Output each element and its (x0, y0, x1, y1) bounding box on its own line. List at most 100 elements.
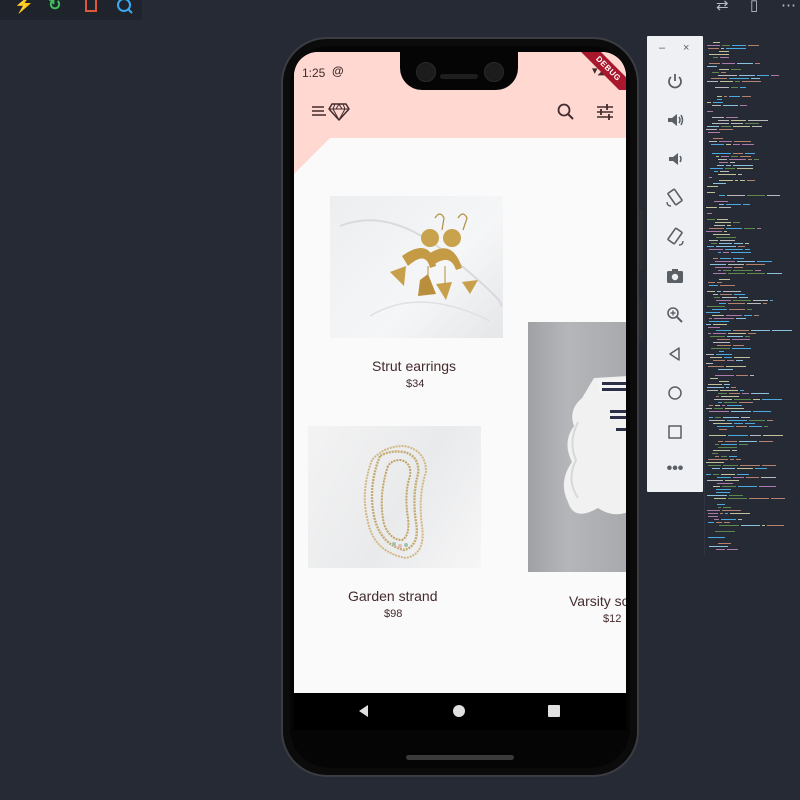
minimap-line (724, 231, 727, 232)
minimap-line (757, 261, 772, 262)
power-icon[interactable] (647, 66, 703, 96)
minimap-line (714, 399, 732, 400)
volume-up-icon[interactable] (647, 105, 703, 135)
stop-icon[interactable] (84, 0, 98, 16)
minimap-line (731, 252, 751, 253)
minimap-line (736, 360, 743, 361)
recents-icon[interactable] (547, 703, 561, 724)
minimap-line (722, 405, 725, 406)
minimize-button[interactable]: – (659, 42, 665, 54)
code-minimap[interactable] (704, 40, 800, 555)
restart-icon[interactable]: ↻ (48, 0, 61, 14)
minimap-line (720, 285, 735, 286)
minimap-line (745, 336, 750, 337)
product-price: $12 (603, 613, 622, 625)
minimap-line (722, 510, 741, 511)
minimap-line (726, 144, 731, 145)
search-icon[interactable] (556, 102, 576, 127)
minimap-line (709, 546, 728, 547)
minimap-line (713, 450, 730, 451)
minimap-line (719, 243, 732, 244)
home-icon[interactable] (647, 378, 703, 408)
minimap-line (730, 513, 750, 514)
tune-icon[interactable] (595, 102, 615, 127)
back-icon[interactable] (647, 339, 703, 369)
minimap-line (713, 360, 725, 361)
diamond-icon[interactable] (328, 100, 350, 127)
minimap-line (708, 48, 719, 49)
minimap-line (726, 48, 746, 49)
minimap-line (726, 165, 731, 166)
minimap-line (723, 252, 729, 253)
rotate-right-icon[interactable] (647, 222, 703, 252)
rotate-left-icon[interactable] (647, 183, 703, 213)
minimap-line (724, 522, 730, 523)
minimap-line (731, 411, 751, 412)
volume-down-icon[interactable] (647, 144, 703, 174)
minimap-line (707, 111, 713, 112)
home-icon[interactable] (452, 703, 466, 724)
minimap-line (732, 348, 751, 349)
screenshot-icon[interactable] (647, 261, 703, 291)
minimap-line (709, 405, 713, 406)
minimap-line (755, 468, 767, 469)
minimap-line (719, 303, 726, 304)
system-nav-bar (294, 693, 626, 730)
minimap-line (748, 45, 759, 46)
minimap-line (719, 204, 724, 205)
minimap-line (712, 453, 718, 454)
minimap-line (721, 456, 727, 457)
minimap-line (719, 141, 732, 142)
minimap-line (745, 423, 755, 424)
minimap-line (709, 318, 712, 319)
minimap-line (707, 291, 715, 292)
minimap-line (736, 459, 741, 460)
compare-icon[interactable]: ⇄ (716, 0, 729, 14)
more-icon[interactable]: ⋯ (781, 0, 796, 14)
overview-icon[interactable] (647, 417, 703, 447)
minimap-line (716, 237, 736, 238)
minimap-line (707, 66, 717, 67)
minimap-line (714, 498, 726, 499)
minimap-line (722, 63, 735, 64)
minimap-line (725, 168, 735, 169)
ide-run-toolbar: ⚡ ↻ (0, 0, 142, 20)
minimap-line (729, 393, 740, 394)
minimap-line (718, 159, 727, 160)
minimap-line (713, 324, 727, 325)
minimap-line (714, 519, 719, 520)
hot-reload-icon[interactable]: ⚡ (14, 0, 34, 14)
minimap-line (720, 57, 729, 58)
more-icon[interactable]: ••• (647, 454, 703, 484)
status-notification-icon: @ (332, 64, 344, 78)
menu-icon[interactable] (310, 102, 328, 125)
minimap-line (716, 492, 730, 493)
minimap-line (719, 195, 725, 196)
minimap-line (726, 204, 741, 205)
minimap-line (714, 171, 718, 172)
minimap-line (763, 303, 767, 304)
minimap-line (718, 393, 727, 394)
minimap-line (720, 240, 735, 241)
back-icon[interactable] (356, 703, 370, 724)
minimap-line (720, 513, 723, 514)
minimap-line (719, 207, 731, 208)
minimap-line (706, 462, 724, 463)
minimap-line (717, 291, 721, 292)
minimap-line (717, 483, 733, 484)
zoom-icon[interactable] (647, 300, 703, 330)
minimap-line (754, 315, 759, 316)
minimap-line (707, 45, 720, 46)
minimap-line (713, 258, 718, 259)
inspector-icon[interactable] (116, 0, 134, 18)
minimap-line (724, 357, 732, 358)
close-button[interactable]: × (683, 42, 689, 54)
minimap-line (726, 117, 738, 118)
minimap-line (717, 165, 724, 166)
split-editor-icon[interactable]: ▯ (750, 0, 758, 14)
minimap-line (709, 411, 729, 412)
minimap-line (727, 336, 743, 337)
minimap-line (709, 321, 729, 322)
minimap-line (706, 474, 711, 475)
minimap-line (748, 120, 768, 121)
